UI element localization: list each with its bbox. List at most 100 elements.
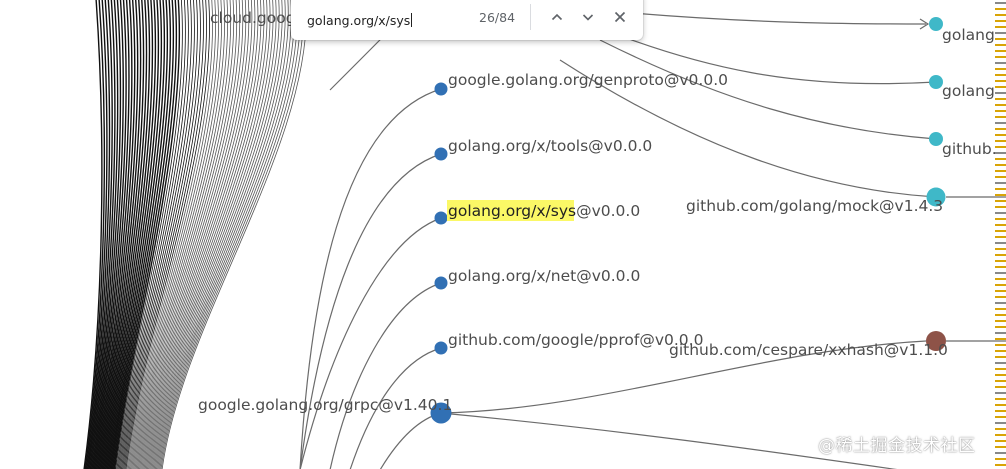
stripe-mark <box>995 422 1006 424</box>
stripe-mark <box>995 290 1006 292</box>
stripe-mark <box>995 392 1006 394</box>
stripe-mark <box>995 344 1006 346</box>
stripe-mark <box>995 26 1006 28</box>
find-input[interactable]: golang.org/x/sys <box>307 12 457 28</box>
node-label-xxhash: github.com/cespare/xxhash@v1.1.0 <box>669 341 948 359</box>
stripe-mark <box>995 170 1006 172</box>
stripe-mark <box>995 284 1006 286</box>
right-edge-stripes <box>995 2 1006 466</box>
stripe-mark <box>995 152 1006 154</box>
stripe-mark <box>995 20 1006 22</box>
graph-node[interactable] <box>434 276 448 290</box>
stripe-mark <box>995 380 1006 382</box>
stripe-mark <box>995 362 1006 364</box>
edge-line <box>299 217 442 469</box>
node-label-cloud: cloud.goog <box>210 9 296 27</box>
stripe-mark <box>995 80 1006 82</box>
close-icon <box>614 11 626 23</box>
stripe-mark <box>995 308 1006 310</box>
stripe-mark <box>995 410 1006 412</box>
stripe-mark <box>995 140 1006 142</box>
graph-node[interactable] <box>434 341 448 355</box>
node-label-mock: github.com/golang/mock@v1.4.3 <box>686 197 943 215</box>
stripe-mark <box>995 206 1006 208</box>
edge-line <box>329 282 442 469</box>
find-previous-button[interactable] <box>544 4 570 30</box>
stripe-mark <box>995 254 1006 256</box>
stripe-mark <box>995 416 1006 418</box>
stripe-mark <box>995 164 1006 166</box>
graph-node[interactable] <box>929 75 943 89</box>
graph-node[interactable] <box>929 132 943 146</box>
divider <box>530 4 531 30</box>
stripe-mark <box>995 320 1006 322</box>
stripe-mark <box>995 2 1006 4</box>
graph-node[interactable] <box>434 147 448 161</box>
stripe-mark <box>995 122 1006 124</box>
graph-node[interactable] <box>929 17 943 31</box>
stripe-mark <box>995 386 1006 388</box>
node-label-sys: golang.org/x/sys@v0.0.0 <box>448 202 640 220</box>
stripe-mark <box>995 296 1006 298</box>
stripe-mark <box>995 158 1006 160</box>
node-label-grpc: google.golang.org/grpc@v1.40.1 <box>198 396 452 414</box>
stripe-mark <box>995 464 1006 466</box>
highlighted-match: golang.org/x/sys <box>448 202 576 220</box>
stripe-mark <box>995 182 1006 184</box>
edge-line <box>619 11 927 25</box>
stripe-mark <box>995 368 1006 370</box>
text-caret <box>411 12 413 27</box>
stripe-mark <box>995 188 1006 190</box>
stripe-mark <box>995 200 1006 202</box>
stripe-mark <box>995 8 1006 10</box>
stripe-mark <box>995 434 1006 436</box>
find-close-button[interactable] <box>607 4 633 30</box>
stripe-mark <box>995 38 1006 40</box>
stripe-mark <box>995 14 1006 16</box>
node-label-genproto: google.golang.org/genproto@v0.0.0 <box>448 71 728 89</box>
stripe-mark <box>995 332 1006 334</box>
stripe-mark <box>995 50 1006 52</box>
stripe-mark <box>995 62 1006 64</box>
stripe-mark <box>995 446 1006 448</box>
watermark: @稀土掘金技术社区 <box>818 436 976 456</box>
stripe-mark <box>995 404 1006 406</box>
stripe-mark <box>995 236 1006 238</box>
stripe-mark <box>995 428 1006 430</box>
stripe-mark <box>995 128 1006 130</box>
edge-line <box>379 412 442 469</box>
chevron-up-icon <box>551 13 563 21</box>
stripe-mark <box>995 74 1006 76</box>
stripe-mark <box>995 272 1006 274</box>
stripe-mark <box>995 218 1006 220</box>
graph-node[interactable] <box>434 82 448 96</box>
stripe-mark <box>995 374 1006 376</box>
stripe-mark <box>995 398 1006 400</box>
find-match-count: 26/84 <box>479 10 516 25</box>
stripe-mark <box>995 242 1006 244</box>
edge-line <box>599 39 937 140</box>
stripe-mark <box>995 110 1006 112</box>
stripe-mark <box>995 440 1006 442</box>
find-next-button[interactable] <box>575 4 601 30</box>
dependency-graph: cloud.goog google.golang.org/genproto@v0… <box>83 0 1006 469</box>
stripe-mark <box>995 350 1006 352</box>
stripe-mark <box>995 356 1006 358</box>
graph-node[interactable] <box>434 211 448 225</box>
stripe-mark <box>995 92 1006 94</box>
stripe-mark <box>995 458 1006 460</box>
node-label-pprof: github.com/google/pprof@v0.0.0 <box>448 331 703 349</box>
stripe-mark <box>995 98 1006 100</box>
stripe-mark <box>995 452 1006 454</box>
stripe-mark <box>995 326 1006 328</box>
stripe-mark <box>995 224 1006 226</box>
stripe-mark <box>995 194 1006 196</box>
stripe-mark <box>995 266 1006 268</box>
stripe-mark <box>995 86 1006 88</box>
stripe-mark <box>995 68 1006 70</box>
stripe-mark <box>995 314 1006 316</box>
node-label-sys-version: @v0.0.0 <box>576 202 640 220</box>
stripe-mark <box>995 176 1006 178</box>
find-bar: golang.org/x/sys 26/84 <box>291 0 643 40</box>
stripe-mark <box>995 278 1006 280</box>
